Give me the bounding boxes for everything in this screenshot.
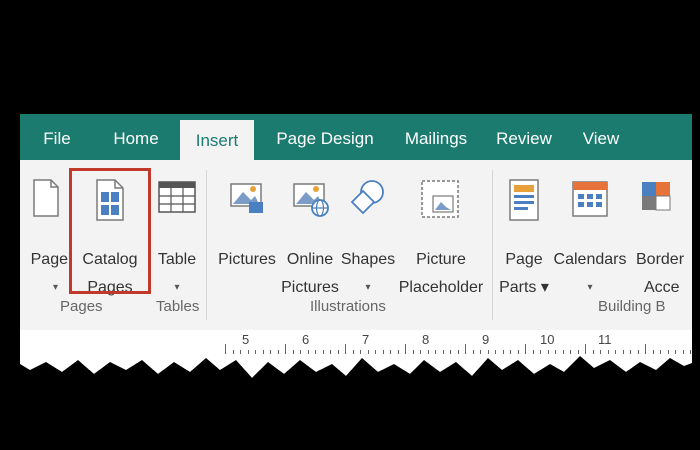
page-parts-label-1: Page: [505, 251, 543, 268]
table-icon: [158, 181, 196, 213]
ribbon-body: Page ▾ Catalog Pages Table ▾ Pages Table…: [20, 160, 700, 330]
borders-accents-label-2: Acce: [644, 279, 680, 296]
ribbon-tab-bar: File Home Insert Page Design Mailings Re…: [20, 114, 700, 160]
ruler-number: 7: [362, 332, 370, 347]
tab-review[interactable]: Review: [492, 114, 556, 160]
tab-mailings[interactable]: Mailings: [394, 114, 478, 160]
catalog-pages-highlight-box: [69, 168, 151, 294]
page-button-label: Page: [30, 251, 68, 268]
ribbon-screenshot: File Home Insert Page Design Mailings Re…: [20, 114, 700, 384]
online-pictures-label-2: Pictures: [281, 279, 339, 296]
picture-placeholder-icon: [421, 180, 459, 218]
borders-accents-label-1: Border: [636, 251, 685, 268]
tab-home[interactable]: Home: [106, 114, 166, 160]
calendars-caret: ▾: [587, 282, 593, 293]
group-separator: [492, 170, 493, 320]
tab-insert[interactable]: Insert: [180, 120, 254, 160]
tab-file[interactable]: File: [34, 114, 80, 160]
picture-placeholder-label-2: Placeholder: [398, 279, 484, 296]
ruler-number: 11: [598, 332, 612, 347]
page-parts-icon: [509, 179, 539, 221]
page-button-caret: ▾: [52, 282, 58, 293]
picture-placeholder-label-1: Picture: [416, 251, 466, 268]
shapes-caret: ▾: [365, 282, 371, 293]
table-button-caret: ▾: [174, 282, 180, 293]
online-pictures-label-1: Online: [286, 251, 334, 268]
online-pictures-icon: [293, 183, 329, 217]
page-icon: [33, 179, 59, 217]
right-border: [692, 114, 700, 384]
group-label-illustrations: Illustrations: [310, 298, 386, 315]
table-button-label: Table: [157, 251, 197, 268]
torn-edge: [20, 354, 700, 384]
calendars-label: Calendars: [553, 251, 627, 268]
borders-accents-icon: [642, 182, 671, 211]
group-label-pages: Pages: [60, 298, 103, 315]
group-separator: [206, 170, 207, 320]
shapes-label: Shapes: [340, 251, 396, 268]
ruler-number: 6: [302, 332, 310, 347]
tab-view[interactable]: View: [576, 114, 626, 160]
ruler-number: 8: [422, 332, 430, 347]
calendar-icon: [572, 181, 608, 217]
ruler-number: 10: [540, 332, 555, 347]
group-label-building-blocks: Building B: [598, 298, 666, 315]
tab-page-design[interactable]: Page Design: [270, 114, 380, 160]
group-label-tables: Tables: [156, 298, 200, 315]
page-parts-label-2: Parts ▾: [499, 279, 549, 296]
shapes-icon: [350, 180, 384, 215]
pictures-icon: [230, 183, 263, 213]
ruler-number: 5: [242, 332, 250, 347]
pictures-label: Pictures: [218, 251, 276, 268]
ruler-number: 9: [482, 332, 490, 347]
